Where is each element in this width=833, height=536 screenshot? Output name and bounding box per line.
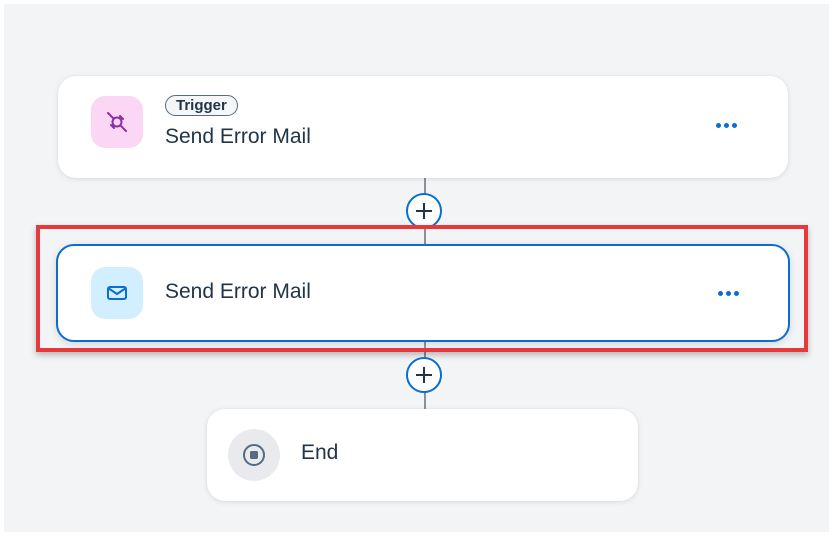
more-horizontal-icon (714, 122, 738, 128)
stop-circle-icon (243, 444, 265, 466)
trigger-connection-icon (107, 112, 127, 132)
mail-step-card[interactable]: Send Error Mail (56, 244, 790, 342)
step-title: End (301, 441, 339, 464)
trigger-icon-tile (91, 96, 143, 148)
trigger-badge: Trigger (165, 95, 238, 116)
more-horizontal-icon (716, 290, 740, 296)
add-icon (416, 203, 432, 219)
step-title: Send Error Mail (165, 125, 311, 148)
add-step-button[interactable] (406, 193, 442, 229)
mail-icon-tile (91, 267, 143, 319)
end-icon-tile (228, 429, 280, 481)
more-options-button[interactable] (708, 277, 748, 309)
end-step-card[interactable]: End (207, 409, 638, 501)
add-step-button[interactable] (406, 357, 442, 393)
add-icon (416, 367, 432, 383)
step-title: Send Error Mail (165, 280, 311, 303)
mail-icon (107, 286, 127, 300)
more-options-button[interactable] (706, 109, 746, 141)
trigger-step-card[interactable]: Trigger Send Error Mail (58, 76, 788, 178)
